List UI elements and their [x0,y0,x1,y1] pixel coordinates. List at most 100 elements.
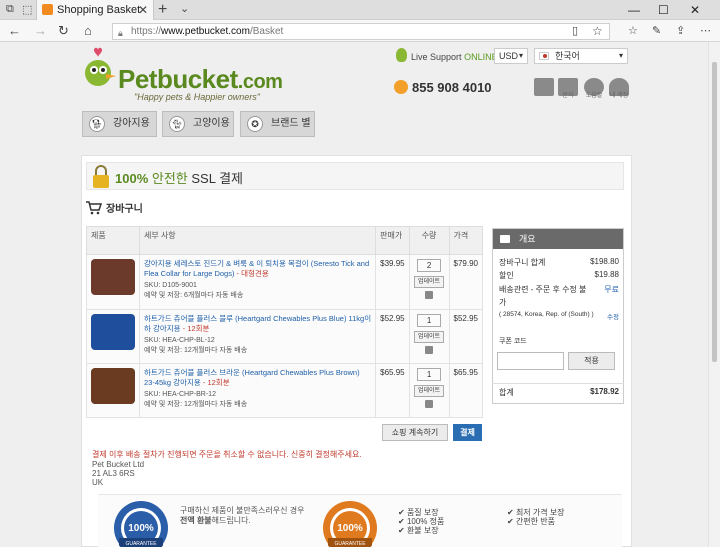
phone-text: 855 908 4010 [412,80,492,95]
language-select[interactable]: 한국어 ▾ [534,48,628,64]
favorites-hub-icon[interactable]: ☆ [628,20,638,42]
phone-number[interactable]: 855 908 4010 [394,80,492,95]
quantity-input[interactable]: 1 [417,368,442,381]
product-image[interactable] [91,259,135,295]
tab-aside-icon[interactable]: ⬚ [22,3,32,16]
chevron-down-icon: ▾ [618,51,623,60]
product-suffix: - 대형견용 [234,269,269,278]
korea-flag-icon [539,52,549,60]
trash-icon[interactable] [425,346,434,354]
new-tab-icon[interactable]: + [158,1,167,19]
total-row: 합계 $178.92 [499,387,619,398]
product-suffix: - 12회분 [200,378,230,387]
unit-price: $52.95 [375,309,410,364]
quantity-input[interactable]: 2 [417,259,442,272]
category-brands-button[interactable]: ✪ 브랜드 별 [240,111,315,137]
ssl-rest: SSL 결제 [191,171,244,186]
tab-close-icon[interactable]: ✕ [138,0,148,20]
product-name-link[interactable]: 강아지용 세레스토 진드기 & 벼룩 & 이 퇴치용 목걸이 (Seresto … [144,259,371,279]
tab-actions-icon[interactable]: ⧉ [6,3,14,16]
line-total: $52.95 [448,309,484,364]
product-delivery: 예약 및 저장: 12개월마다 자동 배송 [144,401,248,408]
more-menu-icon[interactable]: ⋯ [700,20,711,42]
address-input[interactable]: 🔒︎ https://www.petbucket.com/Basket [112,23,610,40]
home-icon[interactable]: ⌂ [84,20,92,42]
dog-icon: 🐕︎ [89,116,105,132]
product-delivery: 예약 및 저장: 6개월마다 자동 배송 [144,292,244,299]
update-button[interactable]: 업데이트 [414,331,445,343]
product-name: 하트가드 츄어블 플러스 브라운 (Heartgard Chewables Pl… [144,368,360,387]
refresh-icon[interactable]: ↻ [58,20,69,42]
cart-table: 제품 세부 사항 판매가 수량 가격 강아지용 세레스토 진드기 & 벼룩 & … [86,226,484,418]
tab-list-chevron-icon[interactable]: ⌄ [180,2,189,15]
ssl-banner: 100% 안전한 SSL 결제 [86,162,624,190]
update-button[interactable]: 업데이트 [414,276,445,288]
col-unit-price: 판매가 [375,226,410,255]
continue-shopping-button[interactable]: 쇼핑 계속하기 [382,424,448,441]
petbucket-bird-logo-icon[interactable] [84,46,118,90]
unit-price: $39.95 [375,254,410,310]
cart-row: 하트가드 츄어블 플러스 브라운 (Heartgard Chewables Pl… [86,363,484,418]
trash-icon[interactable] [425,400,434,408]
product-image[interactable] [91,314,135,350]
url-scheme: https:// [131,26,162,37]
address-edit-link[interactable]: 수정 [607,311,619,321]
product-image[interactable] [91,368,135,404]
ssl-secure-word: 안전한 [151,171,188,186]
logo-wordmark[interactable]: Petbucket.com [118,64,283,95]
feature-text: 간편한 반품 [515,517,555,526]
features-right: ✔ 최저 가격 보장 ✔ 간편한 반품 [507,508,565,526]
live-support-bird-icon [396,48,407,62]
account-label: 내 계정 [609,93,629,99]
trash-icon[interactable] [425,291,434,299]
home-nav-icon[interactable] [534,78,554,96]
currency-select[interactable]: USD ▾ [494,48,528,64]
logo-slogan: "Happy pets & Happier owners" [134,92,260,102]
reading-view-icon[interactable]: ▯ [572,20,578,42]
minimize-icon[interactable]: — [628,0,640,20]
cart-row: 하트가드 츄어블 플러스 블루 (Heartgard Chewables Plu… [86,309,484,364]
feature-text: 100% 정품 [406,517,445,526]
guarantee-full-refund: 전액 환불 [180,516,212,525]
favorite-star-icon[interactable]: ☆ [592,20,603,42]
product-name-link[interactable]: 하트가드 츄어블 플러스 브라운 (Heartgard Chewables Pl… [144,368,371,388]
category-dogs-button[interactable]: 🐕︎ 강아지용 [82,111,157,137]
feature-text: 품질 보장 [406,508,439,517]
subtotal-value: $198.80 [590,257,619,266]
site-favicon-icon [42,4,53,15]
feature-item: ✔ 환불 보장 [398,526,439,535]
feature-item: ✔ 간편한 반품 [507,517,555,526]
cart-heading: 장바구니 [86,200,143,215]
checkout-button[interactable]: 결제 [453,424,482,441]
guarantee-line-1: 구매하신 제품이 불만족스러우신 경우 [180,506,305,515]
total-label: 합계 [499,388,514,397]
quantity-input[interactable]: 1 [417,314,442,327]
discount-row: 할인 $19.88 [499,270,619,281]
line-total: $79.90 [448,254,484,310]
apply-coupon-button[interactable]: 적용 [568,352,615,370]
category-cats-button[interactable]: 🐈︎ 고양이용 [162,111,234,137]
notes-icon[interactable]: ✎ [652,20,661,42]
cart-row: 강아지용 세레스토 진드기 & 벼룩 & 이 퇴치용 목걸이 (Seresto … [86,254,484,310]
col-details: 세부 사항 [138,226,377,255]
feature-text: 최저 가격 보장 [515,508,565,517]
back-icon[interactable]: ← [8,20,21,42]
scrollbar-thumb[interactable] [712,62,717,362]
medal-icon: ✪ [247,116,263,132]
company-postcode: 21 AL3 6RS [92,469,135,478]
update-button[interactable]: 업데이트 [414,385,445,397]
share-icon[interactable]: ⇪ [676,20,685,42]
forward-icon[interactable]: → [34,20,47,42]
maximize-icon[interactable]: ☐ [658,0,669,20]
secure-lock-icon: 🔒︎ [118,28,123,38]
live-support-status: ONLINE [464,52,498,62]
close-window-icon[interactable]: ✕ [690,0,700,20]
browser-tab-active[interactable]: Shopping Basket ✕ [36,0,154,20]
product-name-link[interactable]: 하트가드 츄어블 플러스 블루 (Heartgard Chewables Plu… [144,314,371,334]
money-back-badge-icon: 100% GUARANTEE [323,501,377,547]
coupon-input[interactable] [497,352,564,370]
badge-subtitle: GUARANTEE [334,541,366,547]
live-support-link[interactable]: Live Support ONLINE [411,51,498,63]
summary-divider [492,383,624,384]
page-scrollbar[interactable] [708,42,720,547]
